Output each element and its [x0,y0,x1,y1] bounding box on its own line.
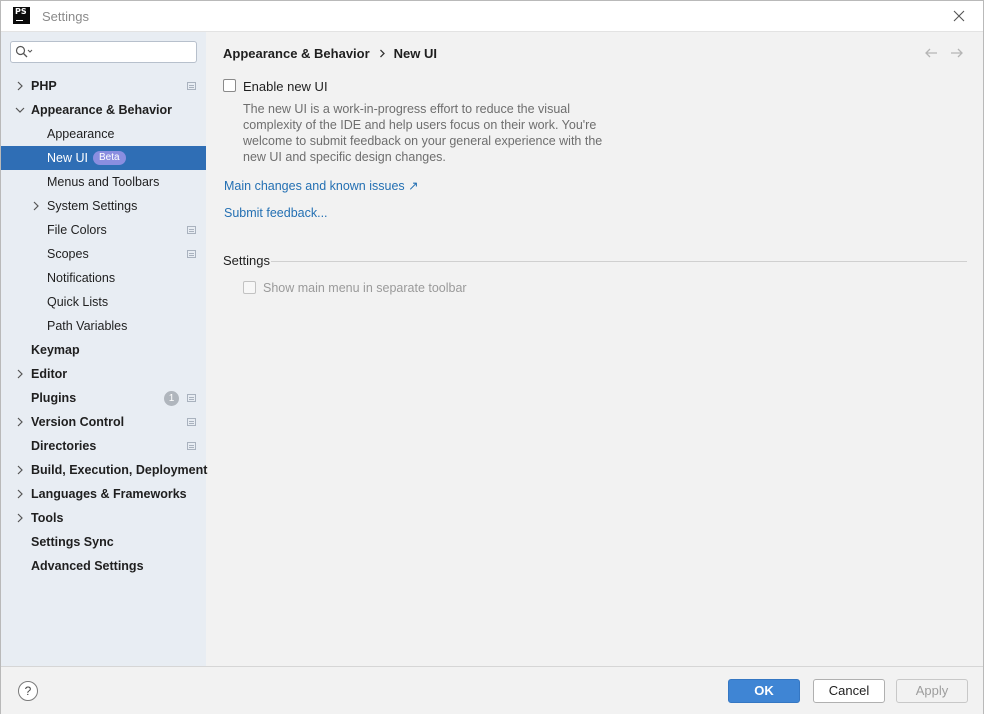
sidebar-item-label: Quick Lists [47,295,109,309]
sidebar-item-appearance-behavior[interactable]: Appearance & Behavior [1,98,206,122]
project-level-icon [187,82,196,90]
phpstorm-logo-icon: PS [13,7,30,24]
chevron-right-icon[interactable] [15,513,25,523]
title-bar: PS Settings [1,1,983,32]
sidebar-item-label: Languages & Frameworks [31,487,187,501]
show-main-menu-label: Show main menu in separate toolbar [263,281,467,295]
sidebar-item-settings-sync[interactable]: Settings Sync [1,530,206,554]
navigation-arrows [923,45,967,61]
project-level-icon [187,442,196,450]
forward-arrow-icon[interactable] [949,45,965,61]
sidebar-item-label: Version Control [31,415,125,429]
sidebar-item-label: Advanced Settings [31,559,144,573]
chevron-right-icon[interactable] [15,465,25,475]
sidebar-item-label: Keymap [31,343,80,357]
settings-sidebar: PHP Appearance & Behavior Appearance New… [1,32,208,666]
search-input[interactable] [10,41,197,63]
sidebar-item-label: Path Variables [47,319,128,333]
main-changes-link-label: Main changes and known issues [224,179,405,193]
sidebar-item-file-colors[interactable]: File Colors [1,218,206,242]
breadcrumb: Appearance & Behavior New UI [223,46,437,61]
update-count-badge: 1 [164,391,179,406]
project-level-icon [187,394,196,402]
chevron-right-icon[interactable] [15,369,25,379]
sidebar-item-keymap[interactable]: Keymap [1,338,206,362]
sidebar-item-label: Appearance & Behavior [31,103,173,117]
beta-badge: Beta [93,151,126,165]
sidebar-item-tools[interactable]: Tools [1,506,206,530]
settings-content: Appearance & Behavior New UI Enable new U… [207,32,983,666]
sidebar-item-notifications[interactable]: Notifications [1,266,206,290]
sidebar-item-appearance[interactable]: Appearance [1,122,206,146]
search-icon [15,45,33,58]
section-divider [271,261,967,262]
sidebar-item-system-settings[interactable]: System Settings [1,194,206,218]
sidebar-item-plugins[interactable]: Plugins 1 [1,386,206,410]
settings-section-title: Settings [223,253,270,268]
sidebar-item-new-ui[interactable]: New UI Beta [1,146,206,170]
sidebar-item-php[interactable]: PHP [1,74,206,98]
window-title: Settings [42,9,89,24]
sidebar-item-label: Settings Sync [31,535,114,549]
submit-feedback-link[interactable]: Submit feedback... [224,206,328,220]
breadcrumb-parent[interactable]: Appearance & Behavior [223,46,370,61]
enable-new-ui-checkbox[interactable] [223,79,236,92]
sidebar-item-label: Editor [31,367,68,381]
new-ui-description: The new UI is a work-in-progress effort … [243,102,603,164]
sidebar-item-directories[interactable]: Directories [1,434,206,458]
sidebar-item-label: Build, Execution, Deployment [31,463,208,477]
cancel-button[interactable]: Cancel [813,679,885,703]
chevron-right-icon [379,46,386,61]
settings-window: PS Settings PHP Appearance & Behavior Ap… [0,0,984,714]
sidebar-item-label: Scopes [47,247,89,261]
sidebar-item-label: System Settings [47,199,138,213]
chevron-down-icon[interactable] [15,105,25,115]
sidebar-item-label: PHP [31,79,57,93]
sidebar-item-label: Plugins [31,391,77,405]
sidebar-item-scopes[interactable]: Scopes [1,242,206,266]
dialog-footer: ? OK Cancel Apply [1,666,983,714]
chevron-right-icon[interactable] [15,417,25,427]
main-changes-link[interactable]: Main changes and known issues ↗ [224,178,419,193]
chevron-right-icon[interactable] [15,81,25,91]
sidebar-item-label: Tools [31,511,64,525]
back-arrow-icon[interactable] [923,45,939,61]
external-link-icon: ↗ [408,179,419,193]
sidebar-item-languages-frameworks[interactable]: Languages & Frameworks [1,482,206,506]
chevron-right-icon[interactable] [31,201,41,211]
sidebar-item-version-control[interactable]: Version Control [1,410,206,434]
project-level-icon [187,418,196,426]
sidebar-item-editor[interactable]: Editor [1,362,206,386]
sidebar-item-label: File Colors [47,223,107,237]
close-icon[interactable] [949,6,969,26]
project-level-icon [187,226,196,234]
enable-new-ui-label[interactable]: Enable new UI [243,79,328,94]
sidebar-item-label: Appearance [47,127,115,141]
sidebar-item-path-variables[interactable]: Path Variables [1,314,206,338]
apply-button[interactable]: Apply [896,679,968,703]
sidebar-item-label: Notifications [47,271,116,285]
sidebar-item-build-execution-deployment[interactable]: Build, Execution, Deployment [1,458,208,482]
show-main-menu-checkbox [243,281,256,294]
project-level-icon [187,250,196,258]
sidebar-item-quick-lists[interactable]: Quick Lists [1,290,206,314]
breadcrumb-current: New UI [393,46,438,61]
chevron-right-icon[interactable] [15,489,25,499]
sidebar-item-advanced-settings[interactable]: Advanced Settings [1,554,206,578]
sidebar-item-label: Directories [31,439,97,453]
sidebar-item-label: New UI [47,151,88,165]
sidebar-item-menus-toolbars[interactable]: Menus and Toolbars [1,170,206,194]
sidebar-item-label: Menus and Toolbars [47,175,160,189]
help-button[interactable]: ? [18,681,38,701]
ok-button[interactable]: OK [728,679,800,703]
